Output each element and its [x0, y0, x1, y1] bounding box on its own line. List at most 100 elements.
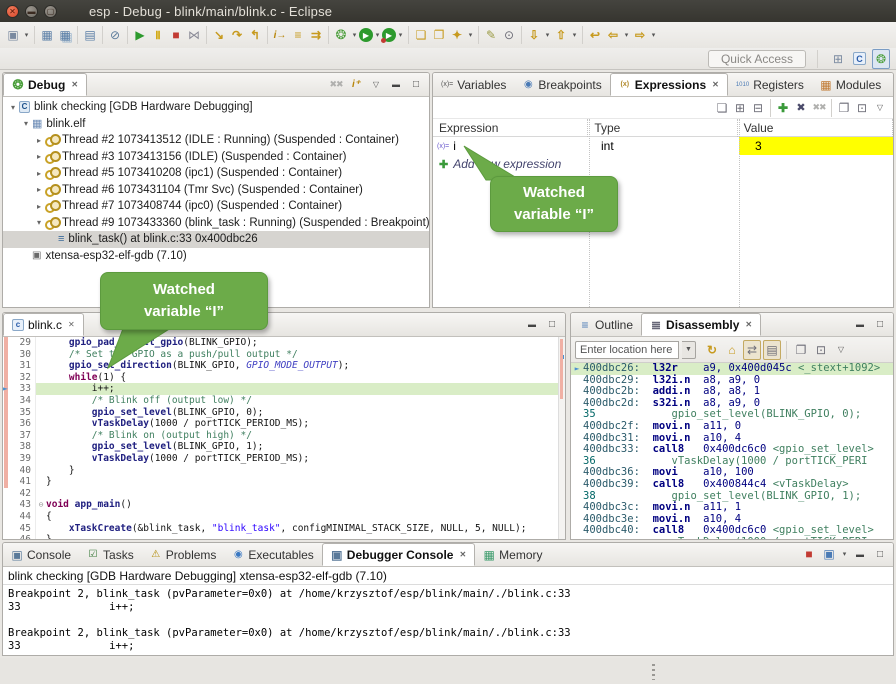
window-maximize-button[interactable]: ▢ [44, 5, 57, 18]
view-menu-icon[interactable]: ▽ [871, 98, 889, 118]
code-line[interactable]: 38 gpio_set_level(BLINK_GPIO, 1); [3, 441, 565, 453]
minimize-icon[interactable]: ▬ [387, 74, 405, 94]
step-over-icon[interactable]: ↷ [228, 25, 246, 45]
line-number[interactable]: 34 [14, 395, 36, 407]
previous-annotation-dropdown-icon[interactable]: ▾ [570, 25, 579, 45]
new-view-icon[interactable]: ❐ [835, 98, 853, 118]
tab-modules[interactable]: ▦Modules [812, 73, 889, 96]
code-line[interactable]: 42 [3, 488, 565, 500]
refresh-icon[interactable]: ↻ [703, 340, 721, 360]
tab-tasks[interactable]: ☑Tasks [79, 543, 142, 566]
back-icon[interactable]: ⇦ [604, 25, 622, 45]
debug-tree-row[interactable]: ≡blink_task() at blink.c:33 0x400dbc26 [3, 231, 429, 248]
annotation-ruler-cell[interactable] [3, 395, 14, 407]
tree-expander-icon[interactable]: ▸ [33, 136, 45, 145]
annotation-ruler-cell[interactable] [3, 360, 14, 372]
code-line[interactable]: 41} [3, 476, 565, 488]
minimize-icon[interactable]: ▬ [523, 314, 541, 334]
line-number[interactable]: 32 [14, 372, 36, 384]
tree-expander-icon[interactable]: ▾ [7, 103, 19, 112]
code-line[interactable]: 32 while(1) { [3, 372, 565, 384]
annotation-ruler-cell[interactable] [3, 523, 14, 535]
line-number[interactable]: 38 [14, 441, 36, 453]
fold-marker-icon[interactable]: ⊖ [36, 499, 46, 511]
line-number[interactable]: 46 [14, 534, 36, 540]
disassembly-listing[interactable]: ►400dbc26: l32r a9, 0x400d045c <_stext+1… [571, 363, 893, 539]
code-line[interactable]: 37 /* Blink on (output high) */ [3, 430, 565, 442]
tab-debug[interactable]: ❂Debug✕ [3, 73, 87, 96]
code-line[interactable]: 39 vTaskDelay(1000 / portTICK_PERIOD_MS)… [3, 453, 565, 465]
show-source-icon[interactable]: ▤ [763, 340, 781, 360]
tab-expressions[interactable]: (x)Expressions✕ [610, 73, 728, 96]
annotation-ruler-cell[interactable] [3, 499, 14, 511]
line-number[interactable]: 40 [14, 465, 36, 477]
maximize-icon[interactable]: □ [407, 74, 425, 94]
instruction-stepping-icon[interactable]: i⁺ [347, 74, 365, 94]
pin-view-icon[interactable]: ⊡ [812, 340, 830, 360]
terminate-icon[interactable]: ■ [167, 25, 185, 45]
overview-ruler[interactable] [558, 337, 565, 539]
remove-all-expressions-icon[interactable]: ✖✖ [810, 98, 828, 118]
tab-executables[interactable]: ◉Executables [224, 543, 321, 566]
quick-access-button[interactable]: Quick Access [708, 50, 806, 68]
tree-expander-icon[interactable]: ▸ [33, 202, 45, 211]
tab-breakpoints[interactable]: ◉Breakpoints [514, 73, 609, 96]
disassembly-line[interactable]: vTaskDelay(1000 / portTICK_PERI [571, 537, 893, 539]
tab-close-icon[interactable]: ✕ [459, 550, 466, 559]
external-tools-dropdown-icon[interactable]: ▾ [396, 25, 405, 45]
tab-outline[interactable]: ≡Outline [571, 313, 641, 336]
window-minimize-button[interactable]: ▬ [25, 5, 38, 18]
next-annotation-dropdown-icon[interactable]: ▾ [543, 25, 552, 45]
debug-tree-row[interactable]: ▾Cblink checking [GDB Hardware Debugging… [3, 99, 429, 116]
line-number[interactable]: 30 [14, 349, 36, 361]
step-into-icon[interactable]: ↘ [210, 25, 228, 45]
annotations-icon[interactable]: ⊙ [500, 25, 518, 45]
tab-debugger-console[interactable]: ▣Debugger Console✕ [322, 543, 475, 566]
line-number[interactable]: 39 [14, 453, 36, 465]
line-number[interactable]: 29 [14, 337, 36, 349]
suspend-icon[interactable]: Ⅱ [149, 25, 167, 45]
debug-tree-row[interactable]: ▾Thread #9 1073433360 (blink_task : Runn… [3, 215, 429, 232]
tab-registers[interactable]: 1010Registers [728, 73, 812, 96]
open-folder-icon[interactable]: ❐ [430, 25, 448, 45]
collapse-all-icon[interactable]: ⊟ [749, 98, 767, 118]
line-number[interactable]: 43 [14, 499, 36, 511]
run-icon[interactable]: ▶ [359, 28, 373, 42]
tree-expander-icon[interactable]: ▸ [33, 185, 45, 194]
build-icon[interactable]: ▤ [81, 25, 99, 45]
line-number[interactable]: 45 [14, 523, 36, 535]
tree-expander-icon[interactable]: ▸ [33, 152, 45, 161]
back-dropdown-icon[interactable]: ▾ [622, 25, 631, 45]
code-editor[interactable]: 29 gpio_pad_select_gpio(BLINK_GPIO);30 /… [3, 337, 565, 540]
disconnect-icon[interactable]: ⋈ [185, 25, 203, 45]
minimize-icon[interactable]: ▬ [889, 74, 894, 94]
next-annotation-icon[interactable]: ⇩ [525, 25, 543, 45]
line-number[interactable]: 33 [14, 383, 36, 395]
forward-icon[interactable]: ⇨ [631, 25, 649, 45]
annotation-ruler-cell[interactable] [3, 534, 14, 540]
column-header-value[interactable]: Value [738, 119, 893, 137]
annotation-ruler-cell[interactable] [3, 441, 14, 453]
column-header-expression[interactable]: Expression [433, 119, 588, 137]
tab-close-icon[interactable]: ✕ [745, 320, 752, 329]
save-all-icon[interactable]: ▦ [56, 25, 74, 45]
code-line[interactable]: 40 } [3, 465, 565, 477]
search-dropdown-icon[interactable]: ▾ [466, 25, 475, 45]
use-step-filters-icon[interactable]: ⇉ [307, 25, 325, 45]
view-menu-icon[interactable]: ▽ [832, 340, 850, 360]
search-flashlight-icon[interactable]: ✦ [448, 25, 466, 45]
tree-expander-icon[interactable]: ▾ [33, 218, 45, 227]
view-menu-icon[interactable]: ▽ [367, 74, 385, 94]
tab-blink.c[interactable]: cblink.c✕ [3, 313, 84, 336]
console-dropdown-icon[interactable]: ▾ [840, 544, 849, 564]
annotation-ruler-cell[interactable] [3, 372, 14, 384]
new-view-icon[interactable]: ❐ [792, 340, 810, 360]
tree-expander-icon[interactable]: ▾ [20, 119, 32, 128]
debug-tree-row[interactable]: ▸Thread #6 1073431104 (Tmr Svc) (Suspend… [3, 182, 429, 199]
maximize-icon[interactable]: □ [871, 314, 889, 334]
code-line[interactable]: 34 /* Blink off (output low) */ [3, 395, 565, 407]
cpp-perspective-icon[interactable]: C [853, 52, 866, 65]
remove-expression-icon[interactable]: ✖ [792, 98, 810, 118]
debug-tree-row[interactable]: ▾▦blink.elf [3, 116, 429, 133]
new-dropdown-icon[interactable]: ▾ [22, 25, 31, 45]
